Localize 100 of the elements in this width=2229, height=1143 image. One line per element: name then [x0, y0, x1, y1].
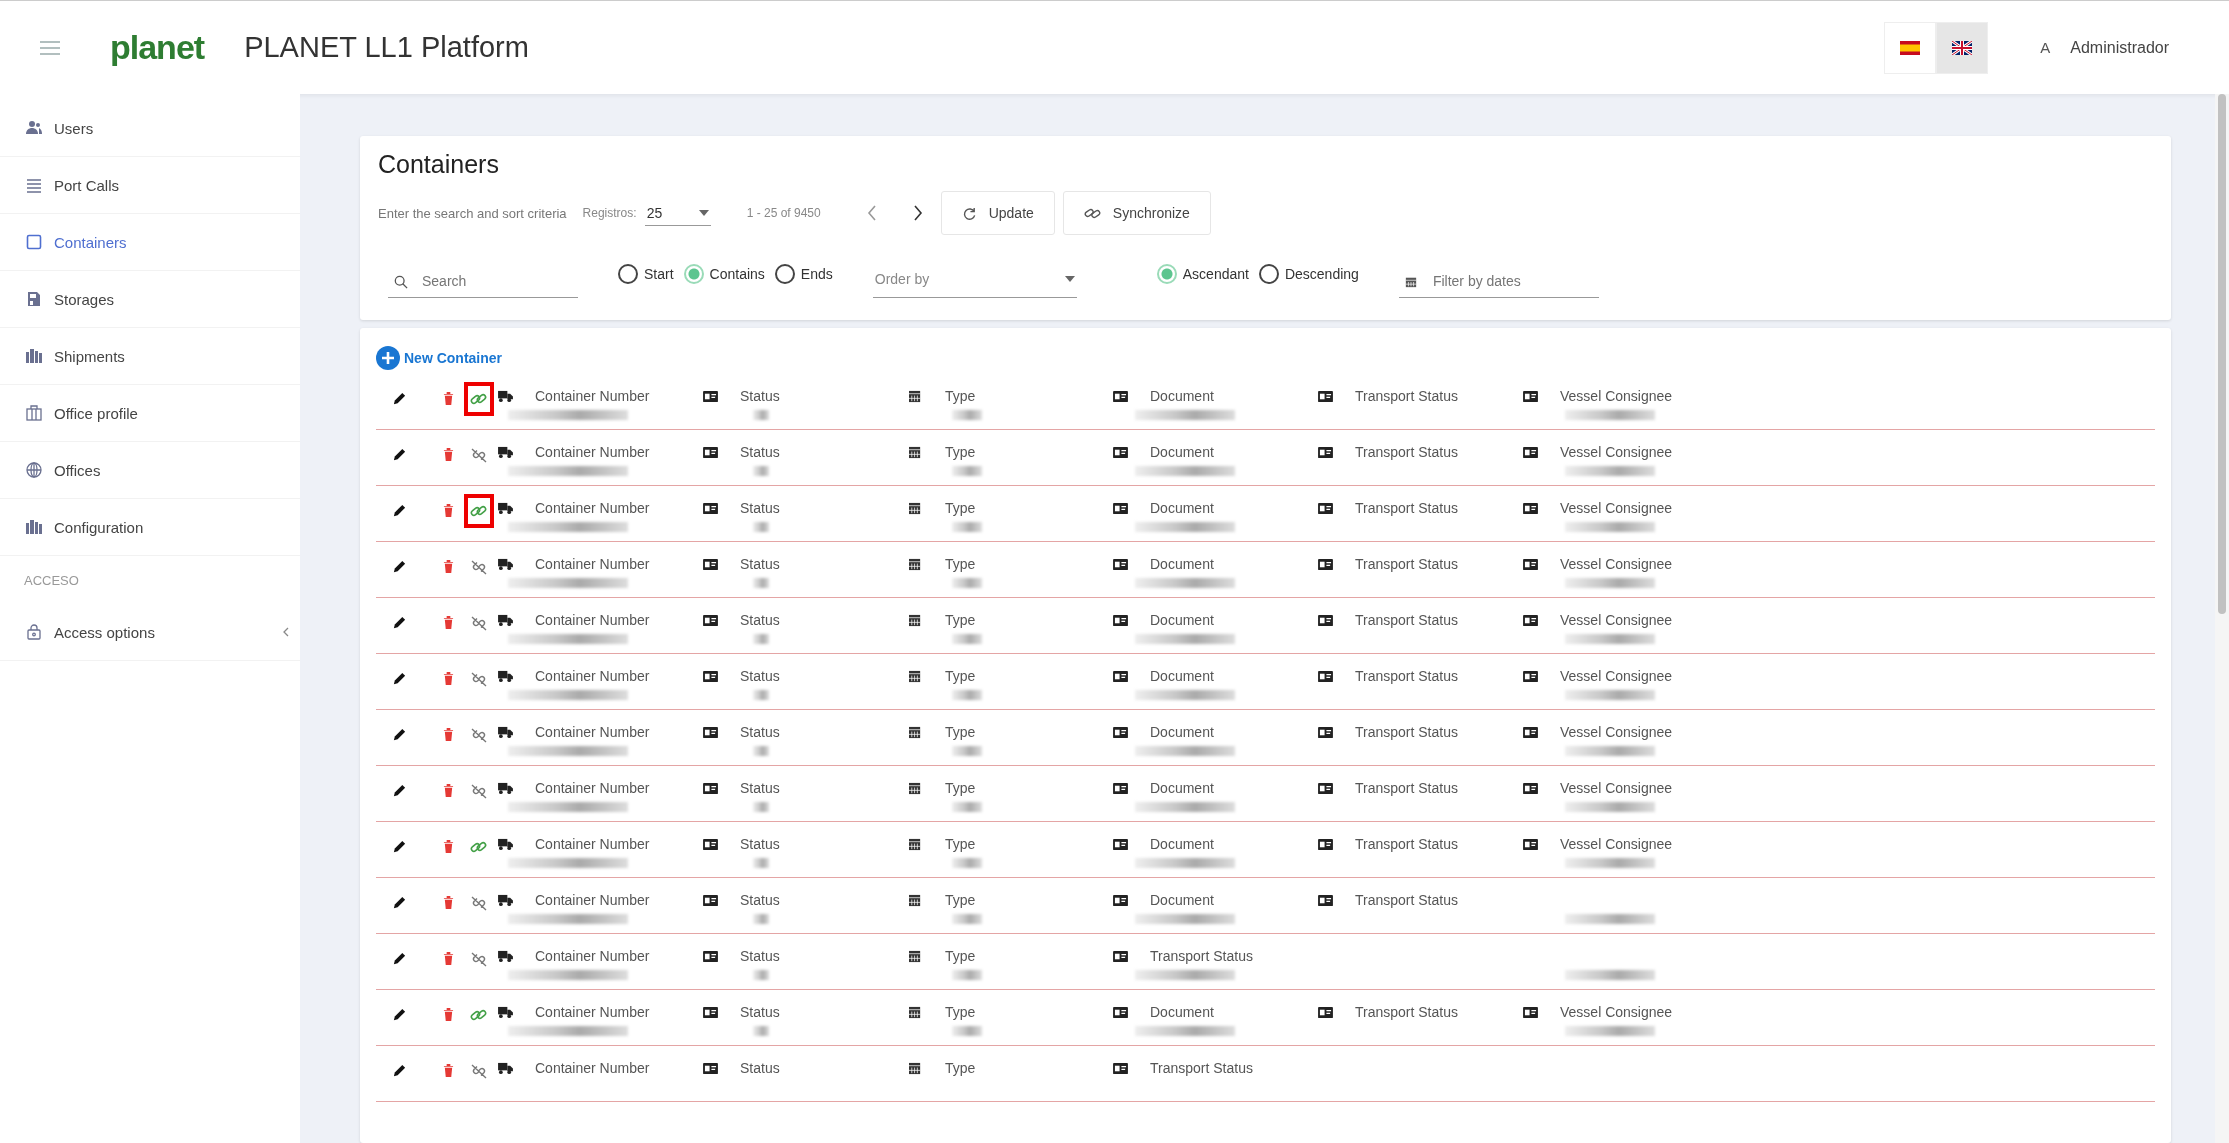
field-label: Status: [740, 668, 780, 684]
update-button[interactable]: Update: [940, 191, 1055, 235]
calendar-icon: [908, 501, 923, 515]
link-icon[interactable]: [470, 391, 488, 407]
sidebar-item[interactable]: Storages: [0, 271, 300, 328]
radio-option[interactable]: Ascendant: [1156, 264, 1249, 284]
sidebar-item[interactable]: Configuration: [0, 499, 300, 556]
broken-link-icon[interactable]: [470, 559, 488, 575]
sidebar-item[interactable]: Users: [0, 100, 300, 157]
delete-icon[interactable]: [443, 895, 454, 910]
broken-link-icon[interactable]: [470, 447, 488, 463]
records-select[interactable]: 25: [644, 200, 711, 226]
sidebar-item[interactable]: Offices: [0, 442, 300, 499]
id-card-icon: [703, 501, 718, 515]
delete-icon[interactable]: [443, 1063, 454, 1078]
sidebar-item[interactable]: Access options: [0, 604, 300, 661]
edit-icon[interactable]: [392, 951, 407, 966]
field-label: Vessel Consignee: [1560, 724, 1673, 740]
radio-option[interactable]: Contains: [683, 264, 765, 284]
radio-option[interactable]: Ends: [774, 264, 833, 284]
scrollbar[interactable]: [2215, 94, 2229, 1143]
delete-icon[interactable]: [443, 727, 454, 742]
field-label: Type: [945, 892, 976, 908]
edit-icon[interactable]: [392, 615, 407, 630]
previous-page-icon[interactable]: [866, 205, 877, 221]
sidebar-item[interactable]: Containers: [0, 214, 300, 271]
synchronize-button[interactable]: Synchronize: [1062, 191, 1211, 235]
field-label: Document: [1150, 1004, 1214, 1020]
id-card-icon: [703, 669, 718, 683]
edit-icon[interactable]: [392, 1007, 407, 1022]
field-label: Transport Status: [1355, 1004, 1458, 1020]
edit-icon[interactable]: [392, 559, 407, 574]
broken-link-icon[interactable]: [470, 727, 488, 743]
field-label: Status: [740, 612, 780, 628]
broken-link-icon[interactable]: [470, 783, 488, 799]
id-card-icon: [703, 1005, 718, 1019]
broken-link-icon[interactable]: [470, 1063, 488, 1079]
field-label: Status: [740, 388, 780, 404]
delete-icon[interactable]: [443, 559, 454, 574]
field-label: Type: [945, 1004, 976, 1020]
link-icon[interactable]: [470, 839, 488, 855]
field-label: Vessel Consignee: [1560, 444, 1673, 460]
page-title: Containers: [378, 150, 500, 179]
edit-icon[interactable]: [392, 727, 407, 742]
user-name[interactable]: Administrador: [2070, 38, 2169, 57]
edit-icon[interactable]: [392, 839, 407, 854]
link-icon[interactable]: [470, 1007, 488, 1023]
edit-icon[interactable]: [392, 447, 407, 462]
next-page-icon[interactable]: [912, 205, 923, 221]
field-label: Status: [740, 948, 780, 964]
field-label: Vessel Consignee: [1560, 500, 1673, 516]
id-card-icon: [1523, 501, 1538, 515]
new-container-button[interactable]: New Container: [376, 346, 502, 370]
delete-icon[interactable]: [443, 503, 454, 518]
edit-icon[interactable]: [392, 503, 407, 518]
field-label: Vessel Consignee: [1560, 388, 1673, 404]
date-filter-field[interactable]: Filter by dates: [1398, 265, 1599, 298]
sidebar-item[interactable]: Office profile: [0, 385, 300, 442]
calendar-icon: [908, 669, 923, 683]
delete-icon[interactable]: [443, 783, 454, 798]
search-field[interactable]: Search: [388, 265, 578, 298]
id-card-icon: [1318, 389, 1333, 403]
field-label: Status: [740, 724, 780, 740]
broken-link-icon[interactable]: [470, 671, 488, 687]
delete-icon[interactable]: [443, 839, 454, 854]
field-label: Document: [1150, 444, 1214, 460]
broken-link-icon[interactable]: [470, 615, 488, 631]
broken-link-icon[interactable]: [470, 951, 488, 967]
edit-icon[interactable]: [392, 671, 407, 686]
link-icon[interactable]: [470, 503, 488, 519]
delete-icon[interactable]: [443, 951, 454, 966]
id-card-icon: [1318, 837, 1333, 851]
radio-option[interactable]: Start: [618, 264, 674, 284]
radio-option[interactable]: Descending: [1258, 264, 1359, 284]
order-select[interactable]: Order by: [872, 261, 1077, 298]
delete-icon[interactable]: [443, 391, 454, 406]
edit-icon[interactable]: [392, 783, 407, 798]
field-label: Status: [740, 500, 780, 516]
calendar-icon: [908, 893, 923, 907]
field-label: Status: [740, 1060, 780, 1076]
id-card-icon: [1113, 669, 1128, 683]
delete-icon[interactable]: [443, 615, 454, 630]
language-button[interactable]: [1936, 21, 1989, 74]
delete-icon[interactable]: [443, 447, 454, 462]
edit-icon[interactable]: [392, 391, 407, 406]
sidebar-item[interactable]: Shipments: [0, 328, 300, 385]
id-card-icon: [1523, 725, 1538, 739]
edit-icon[interactable]: [392, 895, 407, 910]
language-button[interactable]: [1884, 21, 1937, 74]
id-card-icon: [1113, 781, 1128, 795]
square-icon: [26, 234, 42, 250]
chevron-icon[interactable]: [282, 627, 290, 637]
broken-link-icon[interactable]: [470, 895, 488, 911]
delete-icon[interactable]: [443, 1007, 454, 1022]
user-avatar[interactable]: A: [2028, 30, 2063, 65]
users-icon: [26, 120, 42, 136]
id-card-icon: [703, 613, 718, 627]
sidebar-item[interactable]: Port Calls: [0, 157, 300, 214]
delete-icon[interactable]: [443, 671, 454, 686]
edit-icon[interactable]: [392, 1063, 407, 1078]
